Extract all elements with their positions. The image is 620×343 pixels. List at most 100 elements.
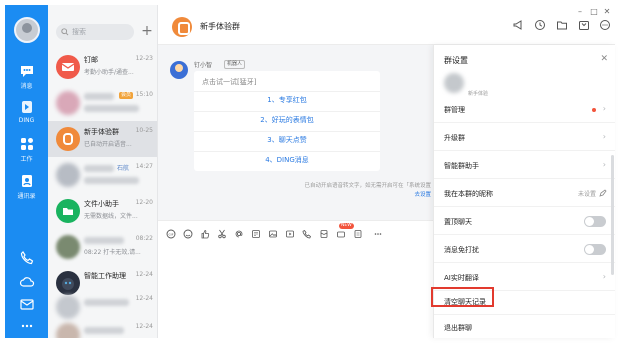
chat-bubble-icon [20,66,33,77]
nav-phone[interactable] [5,250,48,266]
avatar [56,91,80,115]
chevron-right-icon: › [602,132,606,141]
more-tools-icon[interactable] [373,229,383,239]
card-option[interactable]: 4、DING消息 [194,151,380,169]
search-input[interactable]: 搜索 [56,24,134,40]
minimize-icon[interactable]: – [574,7,586,16]
notification-dot [592,108,596,112]
highlight-box [431,287,494,307]
conversation-preview: 08:22 打卡无效,请... [84,249,141,256]
sender-name: 钉小智 [194,62,213,69]
conversation-time: 12-23 [135,55,153,62]
folder-icon[interactable] [556,19,568,31]
maximize-icon[interactable]: □ [588,7,600,16]
settings-link[interactable]: 去设置 [414,192,431,198]
blurred-text [84,299,129,306]
file-icon[interactable] [251,229,261,239]
horn-icon[interactable] [512,19,524,31]
conversation-time: 14:27 [135,163,153,170]
setting-group-manage[interactable]: 群管理 › [434,95,615,123]
scissors-icon[interactable] [217,229,227,239]
list-item[interactable]: 会员 15:10 [48,85,157,121]
document-icon[interactable] [353,229,363,239]
conversation-preview: 考勤小助手/通查... [84,69,134,76]
call-icon[interactable] [302,229,312,239]
thumbs-up-icon[interactable] [200,229,210,239]
list-item[interactable]: 石航 14:27 [48,157,157,193]
nav-label: 工作 [20,156,33,163]
blurred-text [84,105,139,112]
close-icon[interactable]: ✕ [600,54,608,64]
nav-label: 消息 [20,83,33,90]
folder-avatar-icon [56,199,80,223]
chevron-right-icon: › [602,272,606,281]
chat-header: 新手体验群 – □ ✕ [158,5,615,45]
apps-grid-icon [20,138,33,150]
list-item-active[interactable]: 新手体验群 10-25 已自动开启语音... [48,121,157,157]
conversation-name: 新手体验群 [84,128,119,136]
calendar-icon[interactable] [578,19,590,31]
nav-item-ding[interactable]: DING [5,99,48,124]
video-icon[interactable] [285,229,295,239]
blurred-text [84,237,124,244]
edit-pencil-icon[interactable] [599,189,607,197]
red-packet-icon[interactable] [319,229,329,239]
setting-nickname[interactable]: 我在本群的昵称 未设置 [434,179,615,207]
composer: GIF NEW [158,220,433,338]
ding-icon [21,101,32,113]
live-icon[interactable] [336,229,346,239]
conversation-name: 钉邮 [84,56,98,64]
nav-item-work[interactable]: 工作 [5,136,48,163]
card-option[interactable]: 2、好玩的表情包 [194,111,380,129]
panel-scrollbar[interactable] [611,155,614,275]
image-icon[interactable] [268,229,278,239]
panel-title: 群设置 [444,56,468,65]
group-avatar [444,73,464,93]
setting-leave-group[interactable]: 退出群聊 [434,313,615,338]
mute-toggle[interactable] [584,244,606,255]
nav-label: DING [18,117,35,124]
chevron-right-icon: › [602,104,606,113]
nav-cloud[interactable] [5,274,48,290]
more-menu-icon[interactable] [599,19,611,31]
setting-upgrade-group[interactable]: 升级群 › [434,123,615,151]
emoji-icon[interactable] [183,229,193,239]
list-item[interactable]: 12-24 [48,317,157,338]
conversation-time: 12-24 [135,323,153,330]
card-option[interactable]: 1、专享红包 [194,91,380,109]
setting-label: 升级群 [444,134,465,142]
at-mention-icon[interactable] [234,229,244,239]
blurred-text [84,93,114,100]
setting-pin-chat: 置顶聊天 [434,207,615,235]
pin-chat-toggle[interactable] [584,216,606,227]
mail-avatar-icon [56,55,80,79]
list-item[interactable]: 钉邮 12-23 考勤小助手/通查... [48,49,157,85]
group-name[interactable]: 新手体验群 [200,21,240,32]
avatar [56,295,80,319]
nav-item-contacts[interactable]: 通讯录 [5,173,48,200]
setting-smart-assistant[interactable]: 智能群助手 › [434,151,615,179]
bot-avatar[interactable] [170,61,188,79]
nickname-value: 未设置 [577,191,596,198]
avatar [56,235,80,259]
list-item[interactable]: 文件小助手 12-20 无需数据线，文件... [48,193,157,229]
close-window-icon[interactable]: ✕ [601,7,613,16]
nav-more[interactable] [5,318,48,334]
nav-mail[interactable] [5,296,48,312]
conversation-preview: 已自动开启语音... [84,141,132,148]
chevron-right-icon: › [602,160,606,169]
add-button[interactable]: + [139,24,155,40]
system-message-text: 已自动开启语音转文字，如无需开启可在「系统设置 [304,183,431,189]
avatar [56,163,80,187]
group-avatar[interactable] [172,17,192,37]
user-avatar[interactable] [14,17,40,43]
list-item[interactable]: 08:22 08:22 打卡无效,请... [48,229,157,265]
setting-label: 智能群助手 [444,162,479,170]
nav-item-messages[interactable]: 消息 [5,63,48,90]
card-option[interactable]: 3、聊天点赞 [194,131,380,149]
clock-icon[interactable] [534,19,546,31]
gif-icon[interactable]: GIF [166,229,176,239]
avatar [56,323,80,338]
card-title: 点击试一试[猛牙] [202,78,257,86]
dingtalk-window: 消息 DING 工作 通讯录 搜索 + 钉邮 12-23 考勤小助手/通查...… [0,0,620,343]
